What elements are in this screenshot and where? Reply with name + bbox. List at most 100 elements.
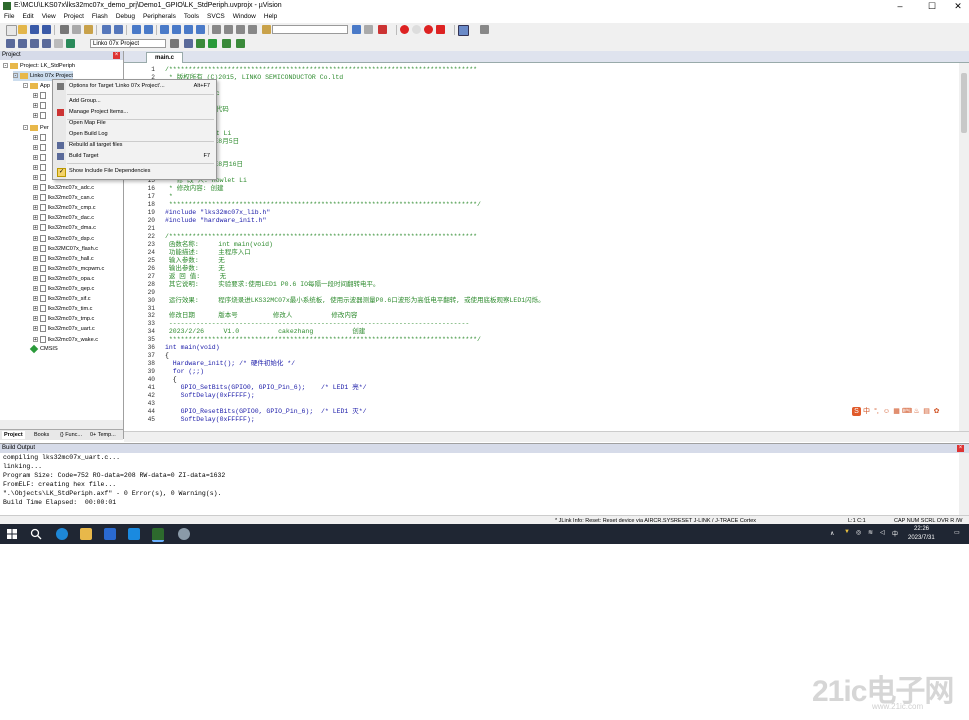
code-line[interactable]: #include "hardware_init.h" xyxy=(165,217,266,225)
close-panel-icon[interactable]: × xyxy=(113,52,120,59)
uncomment-icon[interactable] xyxy=(248,25,257,34)
expand-icon[interactable]: + xyxy=(33,336,38,342)
redo-icon[interactable] xyxy=(114,25,123,34)
save-icon[interactable] xyxy=(30,25,39,34)
code-line[interactable]: 其它说明: 实验要求:使用LED1 P0.6 IO每隔一段时间翻转电平。 xyxy=(165,281,380,289)
tree-root[interactable]: - Project: LK_StdPeriph xyxy=(3,61,75,71)
code-line[interactable]: ****************************************… xyxy=(165,336,481,344)
menu-project[interactable]: Project xyxy=(60,12,88,22)
ime-grid-icon[interactable]: ▦ xyxy=(892,407,901,416)
ime-lang-icon[interactable]: 中 xyxy=(862,407,871,416)
save-all-icon[interactable] xyxy=(42,25,51,34)
menu-item-open-map-file[interactable]: Open Map File xyxy=(53,118,216,129)
tree-file[interactable]: + lks32mc07x_tim.c xyxy=(33,304,92,314)
close-build-icon[interactable]: × xyxy=(957,445,964,452)
indent-icon[interactable] xyxy=(212,25,221,34)
tree-file[interactable]: + xyxy=(33,163,48,173)
expand-icon[interactable]: + xyxy=(33,286,38,292)
tab-templates[interactable]: 0+ Temp... xyxy=(90,431,116,439)
menu-item-rebuild-all[interactable]: Rebuild all target files xyxy=(53,140,216,151)
expand-icon[interactable]: + xyxy=(33,235,38,241)
code-line[interactable]: /***************************************… xyxy=(165,66,477,74)
tree-file[interactable]: + lks32mc07x_dma.c xyxy=(33,223,96,233)
target-options-icon[interactable] xyxy=(170,39,179,48)
code-line[interactable]: 输入参数: 无 xyxy=(165,257,225,265)
code-line[interactable]: 函数名称: int main(void) xyxy=(165,241,273,249)
kill-breakpoints-icon[interactable] xyxy=(424,25,433,34)
build-icon[interactable] xyxy=(18,39,27,48)
manage-run-env-icon[interactable] xyxy=(196,39,205,48)
code-line[interactable]: * 修改内容: 创建 xyxy=(165,185,224,193)
expand-icon[interactable]: + xyxy=(33,255,38,261)
menu-debug[interactable]: Debug xyxy=(112,12,139,22)
tray-lang[interactable]: 中 xyxy=(892,529,898,538)
code-line[interactable]: 2023/2/26 V1.0 cakezhang 创建 xyxy=(165,328,365,336)
open-folder-icon[interactable] xyxy=(18,25,27,34)
debug-session-icon[interactable] xyxy=(378,25,387,34)
code-line[interactable]: 修改日期 版本号 修改人 修改内容 xyxy=(165,312,358,320)
tree-group-app[interactable]: - App xyxy=(23,81,50,91)
tree-file[interactable]: + xyxy=(33,101,48,111)
notification-icon[interactable]: ▭ xyxy=(954,529,960,536)
menu-edit[interactable]: Edit xyxy=(18,12,37,22)
tab-functions[interactable]: {} Func... xyxy=(60,431,82,439)
code-line[interactable]: 输出参数: 无 xyxy=(165,265,225,273)
code-line[interactable]: 运行效果: 程序烧录进LKS32MC07x最小系统板, 使用示波器测量P0.6口… xyxy=(165,297,545,305)
clear-bookmarks-icon[interactable] xyxy=(196,25,205,34)
mail-icon[interactable] xyxy=(104,528,116,540)
tray-shield-icon[interactable]: ▼ xyxy=(844,529,850,535)
nav-forward-icon[interactable] xyxy=(144,25,153,34)
tray-volume-icon[interactable]: ◁ xyxy=(880,529,885,536)
menu-svcs[interactable]: SVCS xyxy=(203,12,229,22)
menu-item-build-target[interactable]: Build Target F7 xyxy=(53,151,216,162)
menu-tools[interactable]: Tools xyxy=(180,12,203,22)
ime-keyboard-icon[interactable]: ⌨ xyxy=(902,407,912,416)
edge-browser-icon[interactable] xyxy=(56,528,68,540)
tree-file[interactable]: + lks32mc07x_tmp.c xyxy=(33,314,94,324)
editor-scroll-thumb[interactable] xyxy=(961,73,967,133)
comment-icon[interactable] xyxy=(236,25,245,34)
tree-file[interactable]: + xyxy=(33,91,48,101)
expand-icon[interactable]: + xyxy=(33,245,38,251)
minimize-button[interactable]: – xyxy=(890,1,910,11)
code-line[interactable]: { xyxy=(165,376,177,384)
expand-icon[interactable]: + xyxy=(33,265,38,271)
tree-file[interactable]: + xyxy=(33,143,48,153)
ime-punct-icon[interactable]: °, xyxy=(872,407,881,416)
menu-flash[interactable]: Flash xyxy=(88,12,112,22)
code-line[interactable]: GPIO_ResetBits(GPIO0, GPIO_Pin_6); /* LE… xyxy=(165,408,367,416)
menu-item-open-build-log[interactable]: Open Build Log xyxy=(53,129,216,140)
menu-item-show-include-deps[interactable]: ✓ Show Include File Dependencies xyxy=(53,166,216,177)
expand-icon[interactable]: + xyxy=(33,185,38,191)
menu-item-manage-project-items[interactable]: Manage Project Items... xyxy=(53,107,216,118)
ime-emoji-icon[interactable]: ☺ xyxy=(882,407,891,416)
tree-file[interactable]: + xyxy=(33,153,48,163)
select-packs-icon[interactable] xyxy=(208,39,217,48)
rebuild-icon[interactable] xyxy=(30,39,39,48)
tray-wifi-icon[interactable]: ≋ xyxy=(868,529,873,536)
tab-project[interactable]: Project xyxy=(2,431,25,439)
code-line[interactable]: * xyxy=(165,193,173,201)
tree-file[interactable]: + lks32mc07x_mcpwm.c xyxy=(33,264,104,274)
tree-file[interactable]: + lks32mc07x_qep.c xyxy=(33,284,94,294)
code-line[interactable]: SoftDelay(0xFFFFF); xyxy=(165,416,255,424)
expand-icon[interactable]: + xyxy=(33,326,38,332)
code-line[interactable]: #include "lks32mc07x_lib.h" xyxy=(165,209,270,217)
code-line[interactable]: { xyxy=(165,352,169,360)
disable-all-breakpoints-icon[interactable] xyxy=(436,25,445,34)
rte-icon[interactable] xyxy=(236,39,245,48)
uvision-taskbar-icon[interactable] xyxy=(152,528,164,542)
unindent-icon[interactable] xyxy=(224,25,233,34)
new-file-icon[interactable] xyxy=(6,25,17,36)
menu-window[interactable]: Window xyxy=(229,12,260,22)
editor-horizontal-scrollbar[interactable] xyxy=(124,431,969,442)
tree-file[interactable]: + lks32mc07x_dac.c xyxy=(33,213,94,223)
next-bookmark-icon[interactable] xyxy=(184,25,193,34)
menu-file[interactable]: File xyxy=(0,12,18,22)
editor-vertical-scrollbar[interactable] xyxy=(959,63,969,431)
ime-skin-icon[interactable]: ♨ xyxy=(912,407,921,416)
tree-file[interactable]: + lks32mc07x_dsp.c xyxy=(33,234,94,244)
file-explorer-icon[interactable] xyxy=(80,528,92,540)
incremental-find-icon[interactable] xyxy=(364,25,373,34)
expand-icon[interactable]: + xyxy=(33,275,38,281)
